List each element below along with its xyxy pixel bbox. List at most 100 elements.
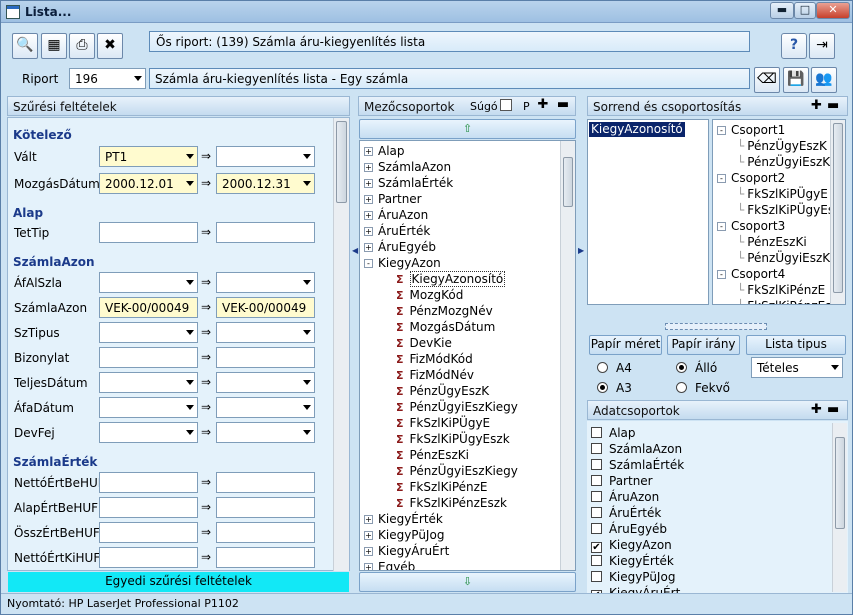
sort-group-field[interactable]: └ FkSzlKiPÜgyEsz xyxy=(737,202,840,218)
field-group-item[interactable]: + Partner xyxy=(364,191,422,207)
unchecked-icon[interactable] xyxy=(591,571,602,582)
maximize-button[interactable]: □ xyxy=(794,2,816,19)
field-group-item[interactable]: + Alap xyxy=(364,143,405,159)
expand-icon[interactable]: + xyxy=(364,547,373,556)
collapse-icon[interactable]: - xyxy=(717,126,726,135)
field-item[interactable]: Σ MozgKód xyxy=(396,287,463,303)
filter-from-input[interactable]: 2000.12.01 xyxy=(99,173,198,194)
users-icon[interactable]: 👥 xyxy=(811,67,837,93)
unchecked-icon[interactable] xyxy=(591,555,602,566)
filter-from-input[interactable] xyxy=(99,497,198,518)
checked-icon[interactable]: ✔ xyxy=(591,542,602,553)
unchecked-icon[interactable] xyxy=(591,491,602,502)
filter-from-input[interactable]: PT1 xyxy=(99,146,198,167)
eraser-icon[interactable]: ⌫ xyxy=(754,67,780,93)
expand-icon[interactable]: + xyxy=(364,195,373,204)
field-group-item[interactable]: + ÁruAzon xyxy=(364,207,428,223)
scroll-down-button[interactable]: ⇩ xyxy=(359,572,576,592)
field-item[interactable]: Σ PénzÜgyiEszKiegy xyxy=(396,463,518,479)
data-group-checkbox[interactable]: Partner xyxy=(591,473,653,489)
filter-to-input[interactable] xyxy=(216,497,315,518)
close-button[interactable]: ✕ xyxy=(816,2,850,19)
filter-from-input[interactable] xyxy=(99,547,198,568)
paper-size-a3[interactable]: A3 xyxy=(597,381,632,395)
remove-icon[interactable]: ▬ xyxy=(556,98,570,112)
field-item[interactable]: Σ FkSzlKiPÜgyE xyxy=(396,415,490,431)
filter-from-input[interactable] xyxy=(99,272,198,293)
sorting-add-icon[interactable]: ✚ xyxy=(811,98,822,113)
expand-icon[interactable]: + xyxy=(364,147,373,156)
expand-icon[interactable]: + xyxy=(364,211,373,220)
data-group-checkbox[interactable]: KiegyPüJog xyxy=(591,569,675,585)
sort-field-item[interactable]: KiegyAzonosító xyxy=(589,122,685,137)
field-item[interactable]: Σ FizMódNév xyxy=(396,367,474,383)
data-group-checkbox[interactable]: ✔KiegyÁruÉrt xyxy=(591,585,680,593)
field-group-item[interactable]: + SzámlaÉrték xyxy=(364,175,453,191)
data-group-checkbox[interactable]: KiegyÉrték xyxy=(591,553,674,569)
paper-size-a4[interactable]: A4 xyxy=(597,361,632,375)
exit-icon[interactable]: ⇥ xyxy=(809,33,835,59)
preview-icon[interactable]: 🔍 xyxy=(12,33,38,59)
expand-icon[interactable]: + xyxy=(364,531,373,540)
expand-icon[interactable]: + xyxy=(364,179,373,188)
sort-group-item[interactable]: - Csoport1 xyxy=(717,122,785,138)
help-icon[interactable]: ? xyxy=(781,33,807,59)
sort-group-field[interactable]: └ PénzÜgyiEszKie xyxy=(737,250,841,266)
sort-group-field[interactable]: └ FkSzlKiPénzE xyxy=(737,282,825,298)
field-item[interactable]: Σ PénzÜgyEszK xyxy=(396,383,489,399)
orientation-portrait[interactable]: Álló xyxy=(676,361,717,375)
filter-from-input[interactable] xyxy=(99,422,198,443)
filters-scrollbar[interactable] xyxy=(333,118,349,571)
filter-from-input[interactable] xyxy=(99,222,198,243)
collapse-icon[interactable]: - xyxy=(364,259,373,268)
collapse-icon[interactable]: - xyxy=(717,270,726,279)
unchecked-icon[interactable] xyxy=(591,523,602,534)
field-groups-scrollbar[interactable] xyxy=(560,141,575,570)
scroll-up-button[interactable]: ⇧ xyxy=(359,119,576,139)
report-id-select[interactable]: 196 xyxy=(69,68,146,89)
field-item[interactable]: Σ PénzMozgNév xyxy=(396,303,493,319)
filter-to-input[interactable] xyxy=(216,397,315,418)
filter-from-input[interactable] xyxy=(99,397,198,418)
field-group-item[interactable]: + KiegyPüJog xyxy=(364,527,444,543)
field-group-item[interactable]: + ÁruÉrték xyxy=(364,223,430,239)
filter-to-input[interactable] xyxy=(216,222,315,243)
sort-group-field[interactable]: └FkSzlKiPénzEsz xyxy=(737,298,838,304)
unchecked-icon[interactable] xyxy=(591,427,602,438)
orientation-landscape[interactable]: Fekvő xyxy=(676,381,730,395)
filter-from-input[interactable] xyxy=(99,472,198,493)
filter-to-input[interactable] xyxy=(216,522,315,543)
sort-group-item[interactable]: - Csoport3 xyxy=(717,218,785,234)
data-group-checkbox[interactable]: SzámlaÉrték xyxy=(591,457,684,473)
field-item[interactable]: Σ FizMódKód xyxy=(396,351,473,367)
field-group-item[interactable]: - KiegyAzon xyxy=(364,255,441,271)
filter-from-input[interactable]: VEK-00/00049 xyxy=(99,297,198,318)
unchecked-icon[interactable] xyxy=(591,459,602,470)
list-type-select[interactable]: Tételes xyxy=(751,357,843,378)
splitter-left-arrow-icon[interactable]: ◀ xyxy=(352,246,358,255)
minimize-button[interactable]: ▬ xyxy=(770,2,794,19)
sort-group-field[interactable]: └ FkSzlKiPÜgyE xyxy=(737,186,828,202)
data-groups-scrollbar[interactable] xyxy=(832,423,847,592)
filter-to-input[interactable] xyxy=(216,146,315,167)
data-group-checkbox[interactable]: Alap xyxy=(591,425,636,441)
data-groups-add-icon[interactable]: ✚ xyxy=(811,402,822,417)
sort-group-item[interactable]: - Csoport2 xyxy=(717,170,785,186)
field-group-item[interactable]: + KiegyÁruÉrt xyxy=(364,543,449,559)
expand-icon[interactable]: + xyxy=(364,563,373,570)
add-icon[interactable]: ✚ xyxy=(536,98,550,112)
field-item[interactable]: Σ PénzÜgyiEszKiegy xyxy=(396,399,518,415)
field-item[interactable]: Σ PénzEszKi xyxy=(396,447,469,463)
data-group-checkbox[interactable]: ÁruAzon xyxy=(591,489,659,505)
splitter-right-arrow-icon[interactable]: ▶ xyxy=(578,246,584,255)
help-checkbox[interactable] xyxy=(500,99,512,111)
filter-from-input[interactable] xyxy=(99,372,198,393)
filter-to-input[interactable] xyxy=(216,547,315,568)
filter-to-input[interactable]: 2000.12.31 xyxy=(216,173,315,194)
field-item[interactable]: Σ DevKie xyxy=(396,335,452,351)
custom-filters-button[interactable]: Egyedi szűrési feltételek xyxy=(8,572,349,592)
sort-group-field[interactable]: └ PénzEszKi xyxy=(737,234,807,250)
save-icon[interactable]: 💾 xyxy=(783,67,809,93)
sort-group-field[interactable]: └ PénzÜgyiEszKie xyxy=(737,154,841,170)
sort-group-field[interactable]: └ PénzÜgyEszK xyxy=(737,138,827,154)
